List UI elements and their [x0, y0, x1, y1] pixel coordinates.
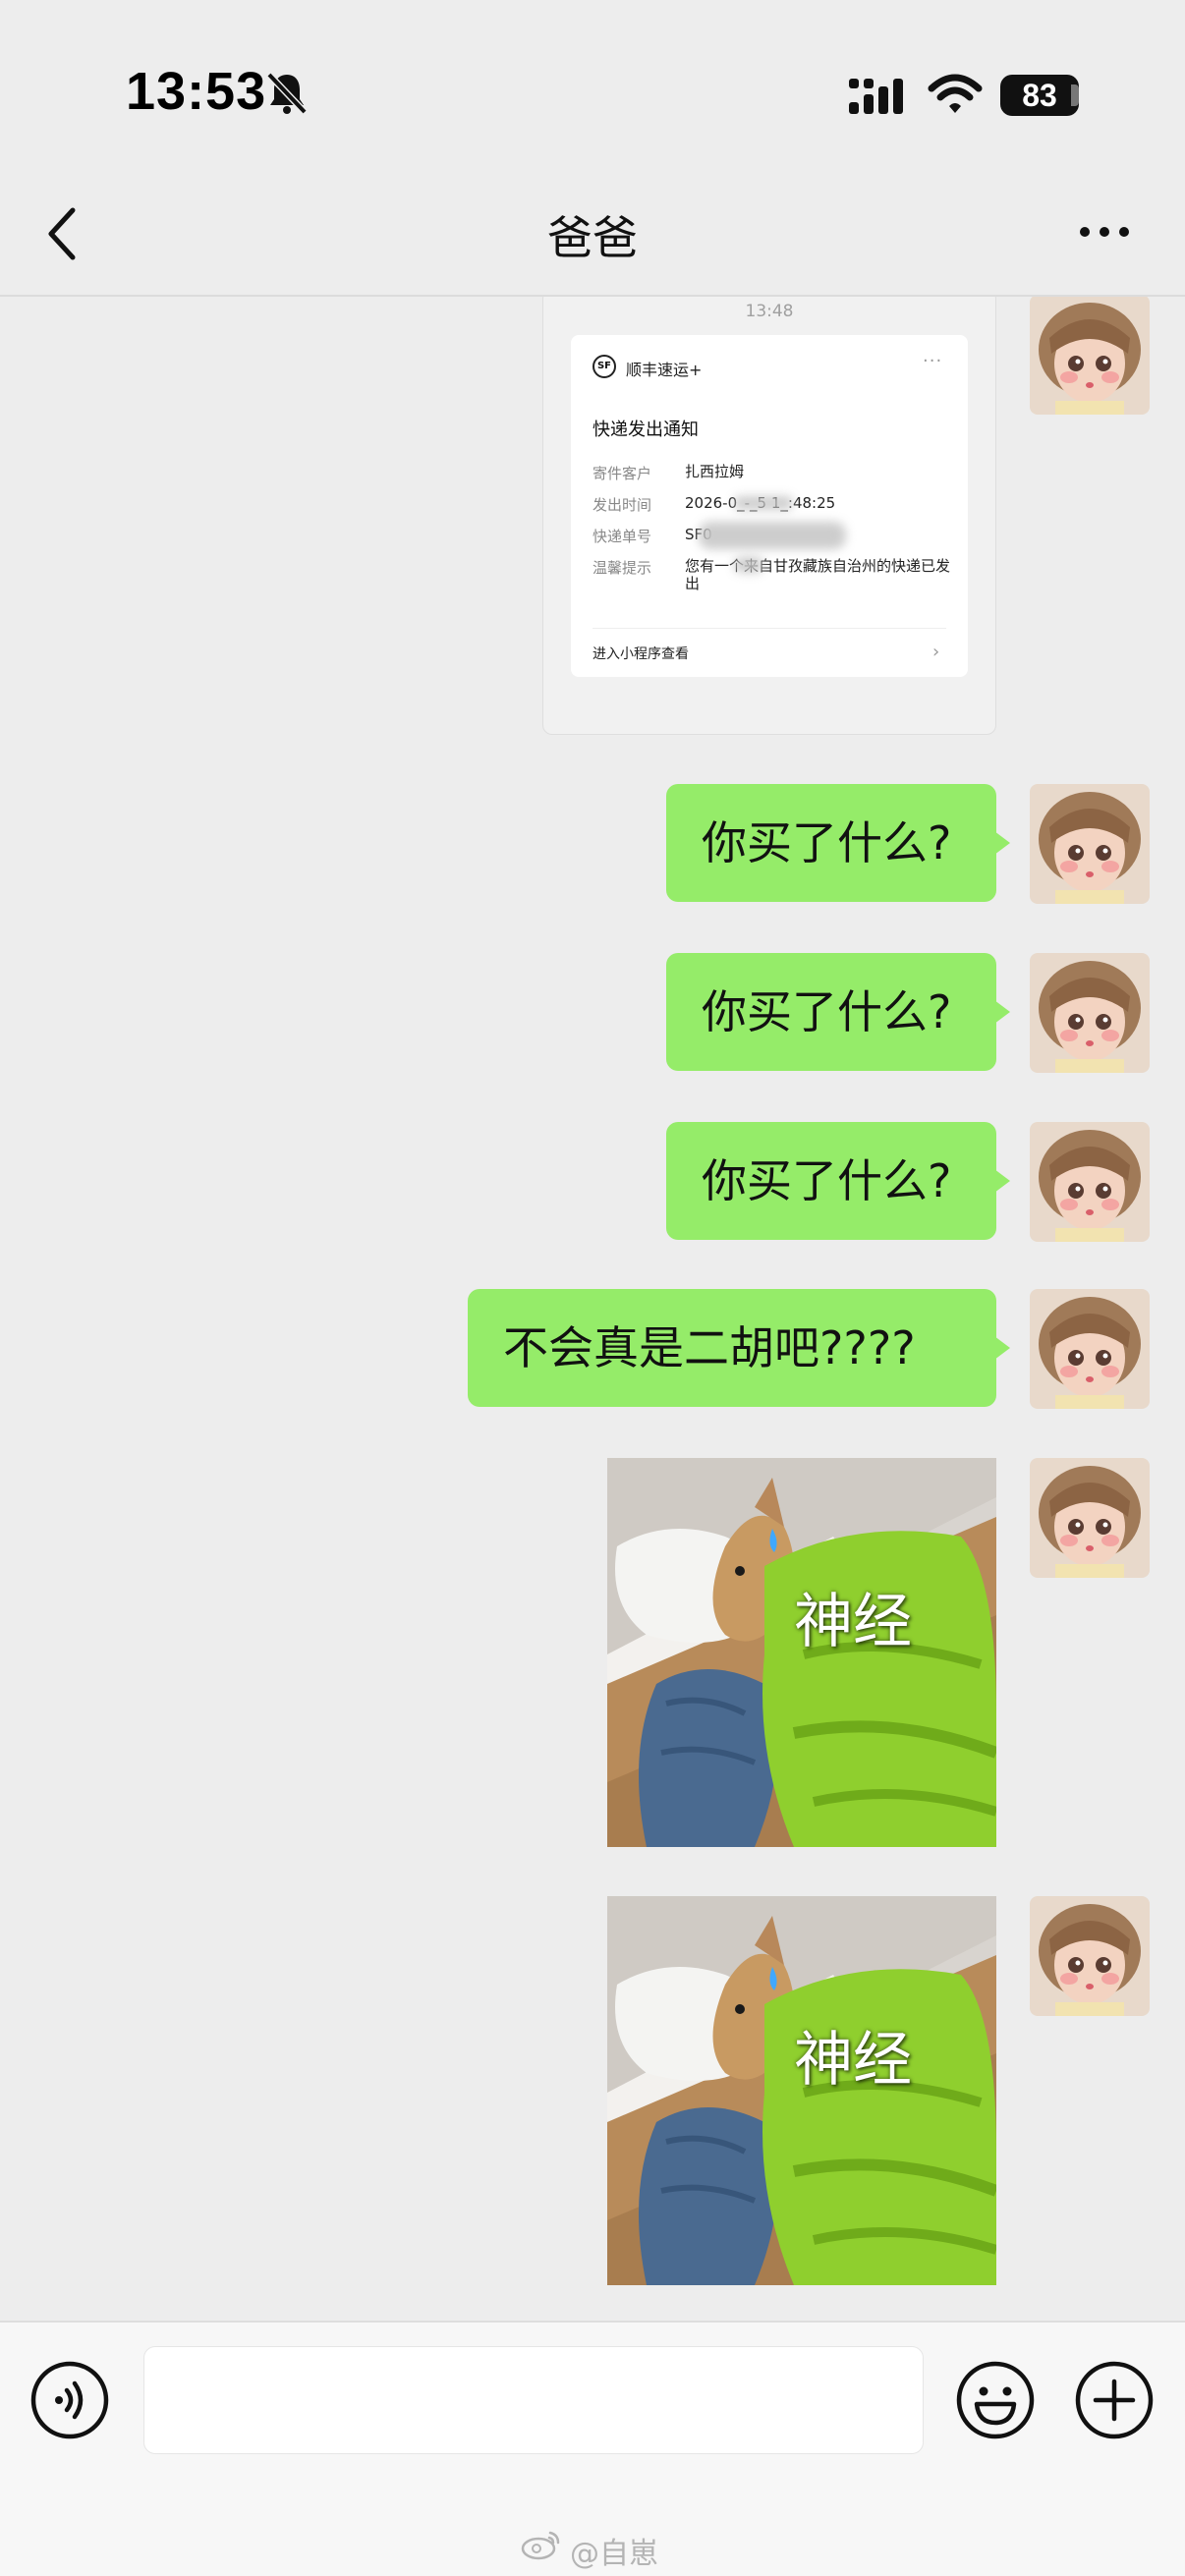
privacy-blur — [699, 522, 846, 549]
sticker-message[interactable]: 神经 — [607, 1896, 996, 2285]
message-bubble[interactable]: 你买了什么? — [666, 1122, 1010, 1240]
battery-cap — [1071, 84, 1079, 106]
nav-bar: 爸爸 — [0, 167, 1185, 297]
plus-icon[interactable] — [1074, 2360, 1155, 2440]
battery-indicator: 83 — [1000, 75, 1079, 116]
mini-program-card-message[interactable]: 13:48 SF 顺丰速运+ ··· 快递发出通知 寄件客户 扎西拉姆 发出时间… — [542, 297, 996, 735]
card-row-value: 2026-0_-_5 1_:48:25 — [685, 494, 836, 512]
card-timestamp: 13:48 — [745, 302, 794, 321]
sticker-caption: 神经 — [794, 1588, 912, 1656]
wifi-icon — [928, 74, 983, 113]
privacy-blur — [734, 557, 763, 573]
avatar[interactable] — [1030, 1458, 1150, 1578]
card-divider — [592, 628, 946, 629]
chat-title: 爸爸 — [547, 211, 638, 264]
chat-message-list[interactable]: 13:48 SF 顺丰速运+ ··· 快递发出通知 寄件客户 扎西拉姆 发出时间… — [0, 297, 1185, 2321]
bell-slash-icon — [266, 72, 308, 115]
message-bubble[interactable]: 你买了什么? — [666, 784, 1010, 902]
doll-avatar-icon — [1030, 297, 1150, 415]
card-row-label: 寄件客户 — [592, 465, 652, 482]
privacy-blur — [734, 496, 793, 510]
message-input[interactable] — [143, 2346, 924, 2454]
message-bubble[interactable]: 你买了什么? — [666, 953, 1010, 1071]
doll-avatar-icon — [1030, 1122, 1150, 1242]
emoji-icon[interactable] — [955, 2360, 1036, 2440]
message-bubble[interactable]: 不会真是二胡吧???? — [468, 1289, 1010, 1407]
card-row-label: 温馨提示 — [592, 559, 652, 577]
doll-avatar-icon — [1030, 1896, 1150, 2016]
doll-avatar-icon — [1030, 1458, 1150, 1578]
cellular-signal-icon — [849, 79, 903, 114]
watermark-text: @自崽 — [570, 2537, 658, 2571]
card-row-value: 扎西拉姆 — [685, 463, 745, 480]
weibo-logo-icon — [521, 2531, 560, 2560]
sticker-message[interactable]: 神经 — [607, 1458, 996, 1847]
voice-icon[interactable] — [29, 2360, 110, 2440]
card-brand-name: 顺丰速运+ — [626, 361, 703, 379]
avatar[interactable] — [1030, 1896, 1150, 2016]
card-title: 快递发出通知 — [592, 420, 699, 440]
doll-avatar-icon — [1030, 1289, 1150, 1409]
doll-avatar-icon — [1030, 953, 1150, 1073]
avatar[interactable] — [1030, 784, 1150, 904]
card-row-label: 发出时间 — [592, 496, 652, 514]
avatar[interactable] — [1030, 1289, 1150, 1409]
open-mini-program-link[interactable]: 进入小程序查看 — [592, 644, 689, 663]
doll-avatar-icon — [1030, 784, 1150, 904]
card-row-label: 快递单号 — [592, 528, 652, 545]
status-time: 13:53 — [126, 62, 267, 121]
avatar[interactable] — [1030, 953, 1150, 1073]
card-more-icon[interactable]: ··· — [923, 351, 942, 371]
status-bar: 13:53 83 — [0, 0, 1185, 167]
chevron-right-icon: › — [932, 642, 940, 662]
express-notice-card[interactable]: SF 顺丰速运+ ··· 快递发出通知 寄件客户 扎西拉姆 发出时间 2026-… — [571, 335, 968, 677]
avatar[interactable] — [1030, 1122, 1150, 1242]
sf-express-logo-icon: SF — [592, 355, 616, 378]
more-dots-icon[interactable] — [1077, 222, 1132, 242]
sticker-caption: 神经 — [794, 2026, 912, 2095]
card-row-value: 您有一个来自甘孜藏族自治州的快递已发出 — [685, 557, 951, 592]
avatar[interactable] — [1030, 297, 1150, 415]
